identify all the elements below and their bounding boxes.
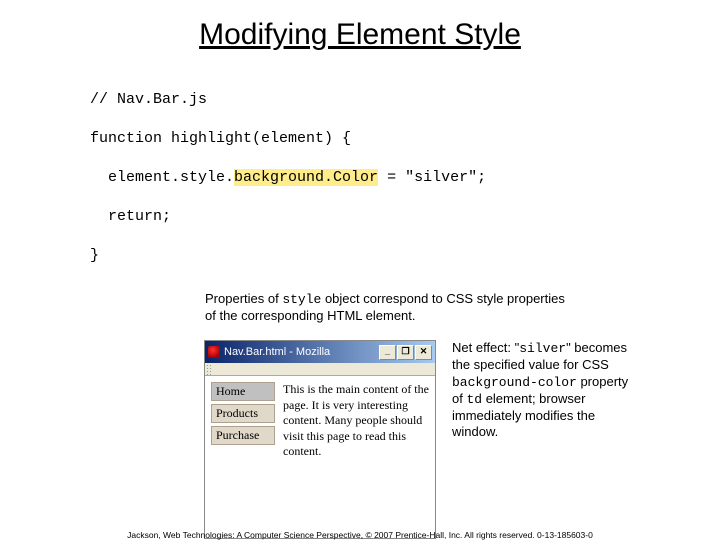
code-line: } [90,246,720,266]
code-highlight: background.Color [234,169,378,186]
browser-window: Nav.Bar.html - Mozilla _ ❐ ✕ Home Produc… [204,340,436,539]
footer-citation: Jackson, Web Technologies: A Computer Sc… [0,530,720,540]
browser-content: Home Products Purchase This is the main … [205,376,435,538]
code-line: function highlight(element) { [90,129,720,149]
code-line: // Nav.Bar.js [90,90,720,110]
annotation-net-effect: Net effect: "silver" becomes the specifi… [452,340,637,441]
close-button[interactable]: ✕ [415,345,432,360]
code-block: // Nav.Bar.js function highlight(element… [90,70,720,285]
text-seg: Net effect: " [452,340,519,355]
nav-item-home[interactable]: Home [211,382,275,401]
page-title: Modifying Element Style [0,18,720,52]
code-keyword: td [466,392,482,407]
code-keyword: silver [519,341,566,356]
minimize-button[interactable]: _ [379,345,396,360]
titlebar: Nav.Bar.html - Mozilla _ ❐ ✕ [205,341,435,363]
nav-item-products[interactable]: Products [211,404,275,423]
window-title: Nav.Bar.html - Mozilla [224,346,379,358]
code-seg: element.style. [90,169,234,186]
toolbar-grip-icon [205,363,213,375]
annotation-style-properties: Properties of style object correspond to… [205,291,575,325]
code-keyword: style [282,292,321,307]
text-seg: Properties of [205,291,282,306]
code-line: element.style.background.Color = "silver… [90,168,720,188]
toolbar [205,363,435,376]
code-seg: = "silver"; [378,169,486,186]
nav-item-purchase[interactable]: Purchase [211,426,275,445]
mozilla-icon [208,346,220,358]
maximize-button[interactable]: ❐ [397,345,414,360]
code-keyword: background-color [452,375,577,390]
nav-column: Home Products Purchase [211,382,275,532]
main-content-text: This is the main content of the page. It… [283,382,429,532]
code-line: return; [90,207,720,227]
